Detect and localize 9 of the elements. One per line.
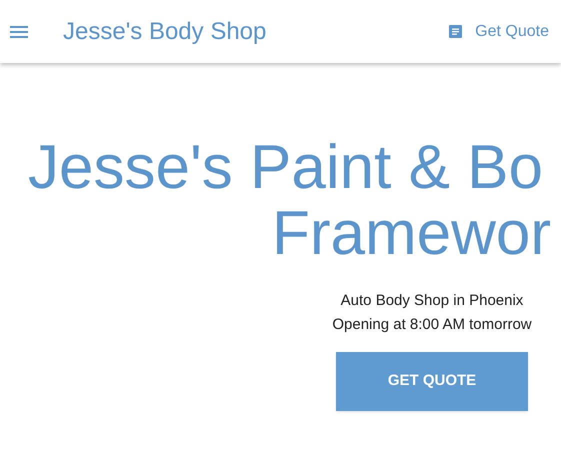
site-title: Jesse's Body Shop — [63, 16, 266, 46]
hero-subtitle: Auto Body Shop in Phoenix — [340, 291, 524, 311]
document-icon — [449, 25, 462, 38]
get-quote-link[interactable]: Get Quote — [449, 20, 549, 44]
hero-subtitle: Opening at 8:00 AM tomorrow — [332, 315, 532, 335]
hero-heading: Framewor — [271, 201, 552, 267]
menu-icon[interactable] — [10, 26, 28, 38]
get-quote-button[interactable]: GET QUOTE — [336, 352, 528, 411]
hero-heading: Jesse's Paint & Bo — [27, 135, 544, 201]
